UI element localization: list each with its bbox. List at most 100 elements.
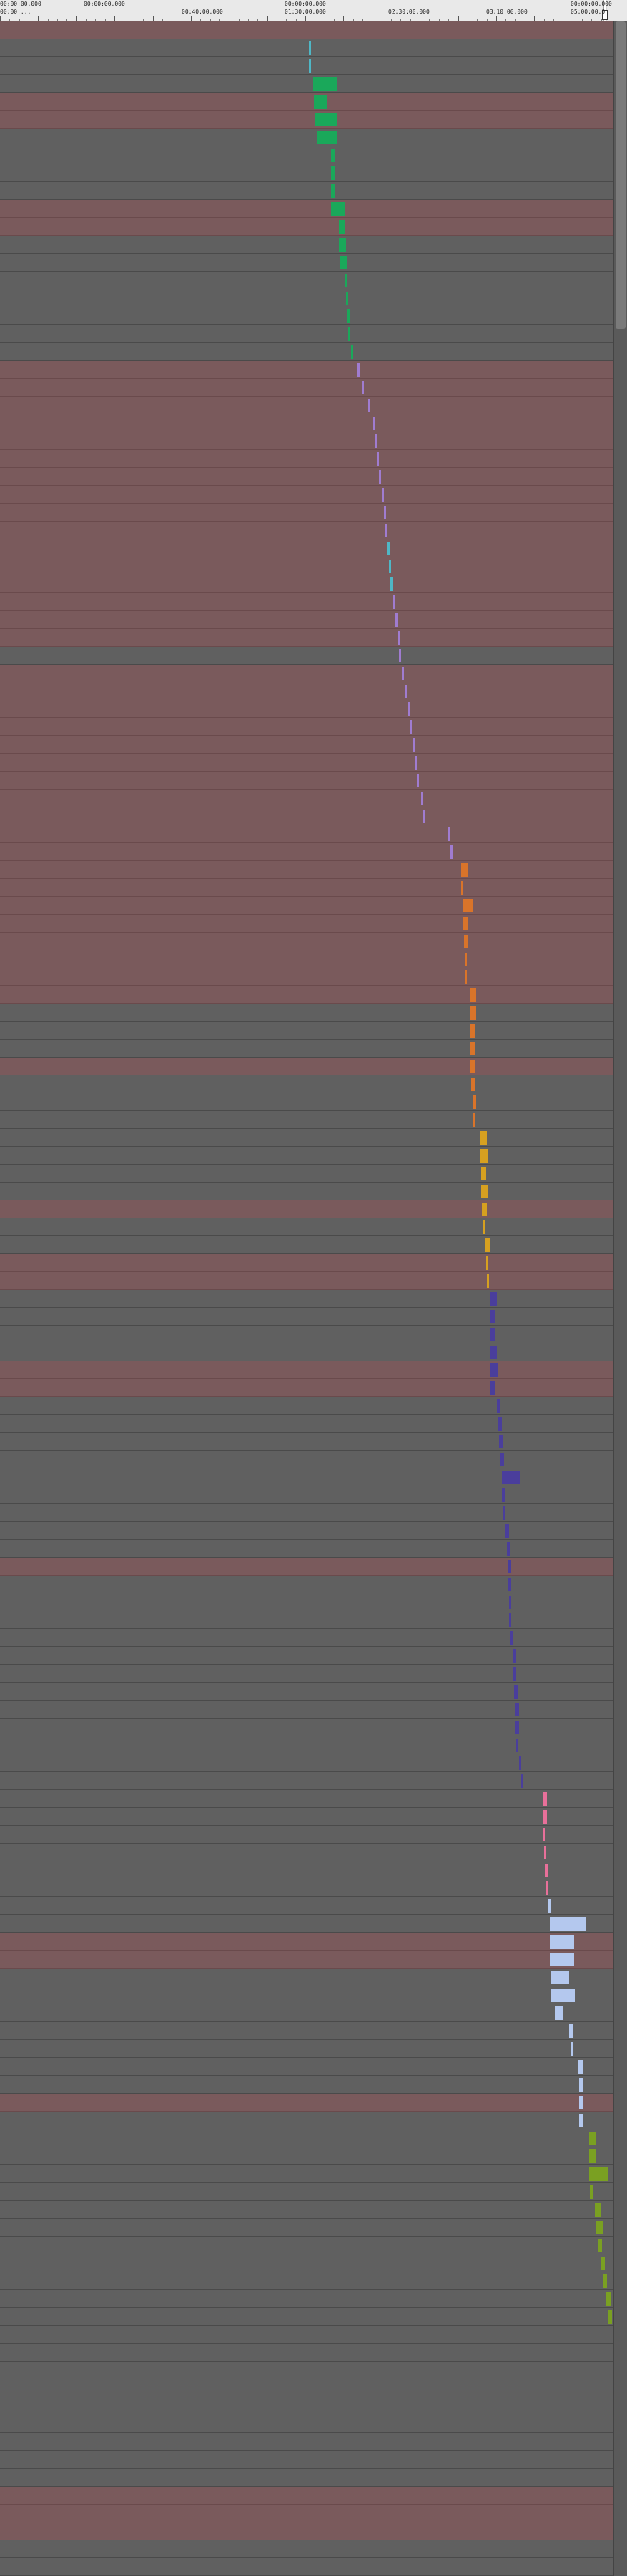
track-lane[interactable] (0, 2165, 613, 2183)
timeline-segment[interactable] (362, 381, 364, 394)
timeline-segment[interactable] (482, 1203, 487, 1216)
timeline-segment[interactable] (473, 1113, 475, 1127)
timeline-segment[interactable] (606, 2292, 611, 2306)
track-lane[interactable] (0, 1361, 613, 1379)
track-lane[interactable] (0, 182, 613, 200)
timeline-segment[interactable] (550, 1935, 574, 1949)
track-lane[interactable] (0, 1790, 613, 1808)
track-lane[interactable] (0, 2272, 613, 2290)
track-lane[interactable] (0, 2451, 613, 2469)
timeline-segment[interactable] (490, 1363, 498, 1377)
track-lane[interactable] (0, 1290, 613, 1308)
timeline-segment[interactable] (331, 166, 335, 180)
track-lane[interactable] (0, 718, 613, 736)
track-lane[interactable] (0, 2558, 613, 2576)
track-lane[interactable] (0, 2254, 613, 2272)
track-lane[interactable] (0, 397, 613, 414)
timeline-segment[interactable] (571, 2042, 573, 2056)
track-lane[interactable] (0, 2522, 613, 2540)
track-lane[interactable] (0, 1558, 613, 1576)
timeline-segment[interactable] (309, 59, 311, 73)
timeline-segment[interactable] (450, 845, 453, 859)
timeline-segment[interactable] (507, 1542, 510, 1556)
track-lane[interactable] (0, 1093, 613, 1111)
timeline-segment[interactable] (550, 1917, 586, 1931)
timeline-segment[interactable] (382, 488, 384, 502)
track-lane[interactable] (0, 450, 613, 468)
timeline-segment[interactable] (516, 1739, 518, 1752)
track-lane[interactable] (0, 647, 613, 665)
track-lane[interactable] (0, 1504, 613, 1522)
track-lane[interactable] (0, 1433, 613, 1451)
track-lane[interactable] (0, 1129, 613, 1147)
timeline-segment[interactable] (510, 1631, 513, 1645)
timeline-segment[interactable] (384, 506, 386, 519)
track-lane[interactable] (0, 1379, 613, 1397)
track-lane[interactable] (0, 1879, 613, 1897)
timeline-segment[interactable] (331, 184, 335, 198)
track-lane[interactable] (0, 432, 613, 450)
timeline-segment[interactable] (545, 1864, 548, 1877)
timeline-segment[interactable] (490, 1310, 495, 1323)
track-lane[interactable] (0, 629, 613, 647)
timeline-segment[interactable] (589, 2132, 596, 2145)
track-lane[interactable] (0, 236, 613, 254)
track-lane[interactable] (0, 1451, 613, 1468)
timeline-segment[interactable] (464, 935, 468, 948)
track-lane[interactable] (0, 950, 613, 968)
track-lane[interactable] (0, 790, 613, 807)
timeline-segment[interactable] (502, 1488, 505, 1502)
timeline-segment[interactable] (500, 1453, 504, 1466)
timeline-segment[interactable] (598, 2239, 602, 2252)
timeline-segment[interactable] (314, 95, 327, 109)
track-lane[interactable] (0, 1522, 613, 1540)
track-lane[interactable] (0, 1397, 613, 1415)
track-lane[interactable] (0, 1897, 613, 1915)
timeline-segment[interactable] (608, 2310, 612, 2324)
track-lane[interactable] (0, 2022, 613, 2040)
timeline-segment[interactable] (377, 452, 379, 466)
timeline-segment[interactable] (543, 1810, 547, 1824)
track-lane[interactable] (0, 1736, 613, 1754)
track-lane[interactable] (0, 2004, 613, 2022)
timeline-segment[interactable] (423, 810, 425, 823)
track-lane[interactable] (0, 593, 613, 611)
timeline-segment[interactable] (569, 2024, 573, 2038)
timeline-segment[interactable] (515, 1721, 519, 1734)
track-lane[interactable] (0, 272, 613, 289)
track-lane[interactable] (0, 1022, 613, 1040)
track-lane[interactable] (0, 361, 613, 379)
track-lane[interactable] (0, 1183, 613, 1200)
timeline-segment[interactable] (490, 1292, 497, 1306)
timeline-segment[interactable] (498, 1417, 502, 1431)
track-lane[interactable] (0, 2219, 613, 2237)
timeline-segment[interactable] (368, 399, 370, 412)
timeline-segment[interactable] (502, 1471, 520, 1484)
track-lane[interactable] (0, 2379, 613, 2397)
track-lane[interactable] (0, 1272, 613, 1290)
timeline-segment[interactable] (508, 1560, 511, 1573)
timeline-segment[interactable] (550, 1953, 574, 1966)
track-lane[interactable] (0, 1844, 613, 1861)
track-lane[interactable] (0, 1593, 613, 1611)
track-lane[interactable] (0, 2469, 613, 2487)
track-lane[interactable] (0, 1933, 613, 1951)
track-lane[interactable] (0, 1719, 613, 1736)
track-lane[interactable] (0, 1236, 613, 1254)
track-lane[interactable] (0, 2540, 613, 2558)
timeline-segment[interactable] (393, 595, 395, 609)
track-lane[interactable] (0, 1754, 613, 1772)
track-lane[interactable] (0, 1468, 613, 1486)
timeline-segment[interactable] (513, 1667, 516, 1681)
timeline-segment[interactable] (309, 41, 311, 55)
track-lane[interactable] (0, 1040, 613, 1058)
timeline-segment[interactable] (601, 2257, 605, 2270)
track-lane[interactable] (0, 1951, 613, 1969)
track-lane[interactable] (0, 1540, 613, 1558)
scrollbar-thumb[interactable] (616, 21, 626, 329)
timeline-segment[interactable] (405, 685, 407, 698)
timeline-segment[interactable] (589, 2167, 608, 2181)
timeline-segment[interactable] (387, 542, 390, 555)
track-lane[interactable] (0, 1647, 613, 1665)
timeline-segment[interactable] (408, 702, 410, 716)
